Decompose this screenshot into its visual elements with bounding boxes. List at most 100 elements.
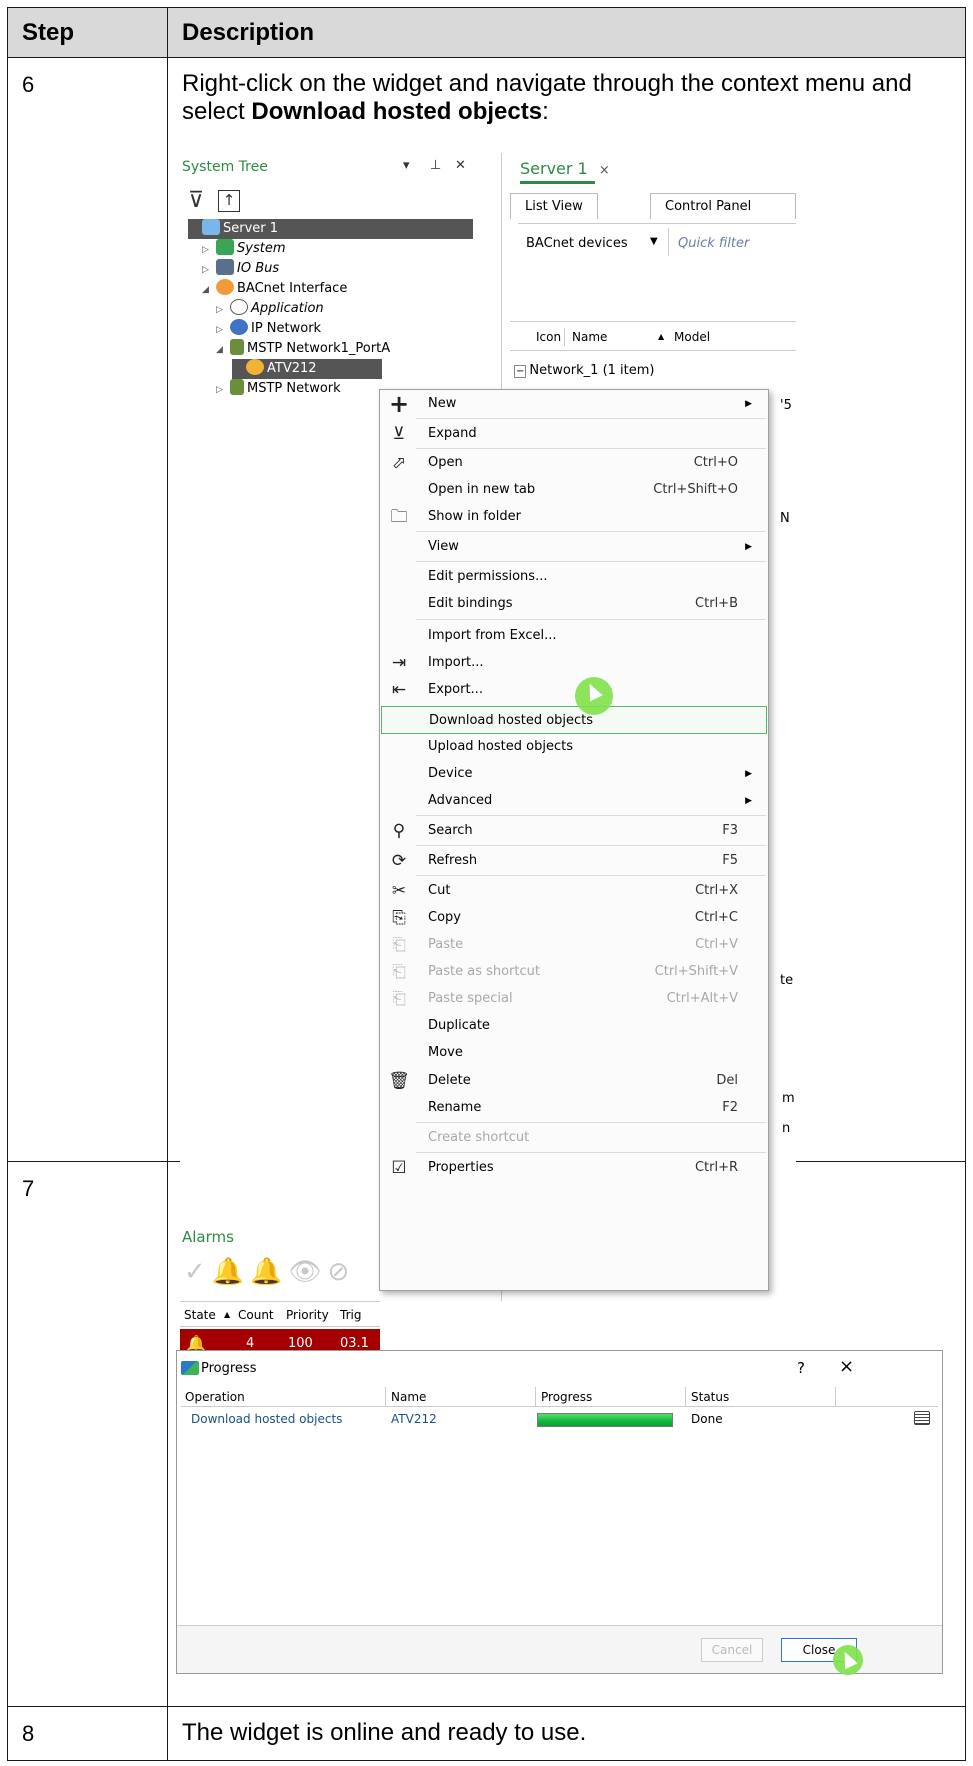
alarm-col-trig[interactable]: Trig	[340, 1302, 361, 1328]
alarm-col-state[interactable]: State	[184, 1302, 216, 1328]
device-filter-select[interactable]: BACnet devices	[526, 236, 628, 251]
name-cell: ATV212	[391, 1412, 437, 1426]
menu-item-paste-as-shortcut[interactable]: ⎗ Paste as shortcut Ctrl+Shift+V	[380, 958, 768, 986]
alarm-col-priority[interactable]: Priority	[286, 1302, 329, 1328]
col-operation[interactable]: Operation	[185, 1387, 245, 1407]
menu-item-paste[interactable]: ⎗ Paste Ctrl+V	[380, 931, 768, 959]
alarms-title: Alarms	[182, 1228, 234, 1246]
step-8-description: The widget is online and ready to use.	[167, 1706, 966, 1761]
progress-bar	[537, 1413, 673, 1427]
plus-icon: +	[388, 390, 410, 418]
col-name[interactable]: Name	[572, 322, 607, 352]
mstp-icon	[230, 339, 244, 355]
chevron-down-icon[interactable]: ▼	[650, 236, 658, 247]
filter-icon[interactable]: ⊽	[188, 188, 214, 214]
import-icon: ⇥	[391, 653, 407, 673]
alarm-toolbar: ✓🔔🔔👁⊘	[184, 1257, 356, 1287]
open-icon: ⬀	[391, 453, 407, 473]
col-status[interactable]: Status	[691, 1387, 729, 1407]
menu-item-open-in-new-tab[interactable]: Open in new tab Ctrl+Shift+O	[380, 476, 768, 504]
menu-item-create-shortcut[interactable]: Create shortcut	[380, 1124, 768, 1152]
dialog-title: Progress	[201, 1361, 257, 1376]
search-icon: ⚲	[392, 821, 406, 841]
step-6-text: Right-click on the widget and navigate t…	[182, 70, 912, 125]
col-name[interactable]: Name	[391, 1387, 426, 1407]
operation-cell: Download hosted objects	[191, 1412, 343, 1426]
menu-item-device[interactable]: Device ▶	[380, 760, 768, 788]
tree-item-system[interactable]: ▷ System	[202, 239, 285, 259]
pin-icon[interactable]: ⊥	[430, 158, 441, 173]
cut-icon: ✂	[391, 881, 407, 901]
close-pane-icon[interactable]: ✕	[455, 158, 466, 173]
quick-filter-input[interactable]: Quick filter	[678, 236, 749, 251]
tree-item-ip-network[interactable]: ▷ IP Network	[216, 319, 321, 339]
menu-item-new[interactable]: + New ▶	[380, 390, 768, 418]
menu-item-import[interactable]: ⇥ Import...	[380, 649, 768, 677]
step-8-text: The widget is online and ready to use.	[182, 1719, 587, 1746]
tab-list-view[interactable]: List View	[510, 193, 598, 219]
dialog-footer: Cancel Close	[177, 1625, 942, 1673]
details-icon[interactable]	[914, 1411, 930, 1425]
col-model[interactable]: Model	[674, 322, 710, 352]
cancel-button[interactable]: Cancel	[701, 1638, 763, 1662]
menu-item-import-from-excel[interactable]: Import from Excel...	[380, 622, 768, 650]
tree-item-mstp-network1-porta[interactable]: ◢ MSTP Network1_PortA	[216, 339, 390, 359]
server-icon	[202, 219, 220, 235]
mstp-icon	[230, 379, 244, 395]
step-6-number: 6	[7, 57, 168, 1162]
collapse-tree-icon[interactable]: ↑	[218, 190, 240, 212]
tree-item-atv212[interactable]: ▷ ATV212	[232, 359, 382, 379]
status-cell: Done	[691, 1412, 723, 1426]
pane-dropdown-icon[interactable]: ▾	[403, 158, 410, 173]
menu-item-move[interactable]: Move	[380, 1039, 768, 1067]
menu-item-copy[interactable]: ⎘ Copy Ctrl+C	[380, 904, 768, 932]
tree-item-io-bus[interactable]: ▷ IO Bus	[202, 259, 279, 279]
application-icon	[230, 299, 248, 315]
alarm-col-count[interactable]: Count	[238, 1302, 274, 1328]
tree-item-mstp-network[interactable]: ▷ MSTP Network	[216, 379, 341, 399]
tree-item-application[interactable]: ▷ Application	[216, 299, 324, 319]
filter-bar: BACnet devices ▼ Quick filter	[518, 223, 796, 267]
device-list-columns: Icon Name ▲ Model	[510, 321, 796, 351]
menu-item-delete[interactable]: 🗑 Delete Del	[380, 1067, 768, 1095]
help-icon[interactable]: ?	[797, 1359, 805, 1377]
menu-item-rename[interactable]: Rename F2	[380, 1094, 768, 1122]
menu-item-edit-bindings[interactable]: Edit bindings Ctrl+B	[380, 590, 768, 618]
ip-network-icon	[230, 319, 248, 335]
menu-item-search[interactable]: ⚲ Search F3	[380, 817, 768, 845]
tab-server-1[interactable]: Server 1 ×	[520, 159, 610, 178]
menu-item-download-hosted-objects[interactable]: Download hosted objects	[381, 706, 767, 734]
tab-control-panel[interactable]: Control Panel	[650, 193, 796, 219]
close-tab-icon[interactable]: ×	[599, 163, 610, 178]
close-dialog-icon[interactable]: ×	[839, 1356, 854, 1377]
menu-item-cut[interactable]: ✂ Cut Ctrl+X	[380, 877, 768, 905]
menu-item-upload-hosted-objects[interactable]: Upload hosted objects	[380, 733, 768, 761]
menu-item-refresh[interactable]: ⟳ Refresh F5	[380, 847, 768, 875]
menu-item-show-in-folder[interactable]: 🗀 Show in folder	[380, 503, 768, 531]
menu-item-export[interactable]: ⇤ Export...	[380, 676, 768, 704]
menu-item-open[interactable]: ⬀ Open Ctrl+O	[380, 449, 768, 477]
group-network-1[interactable]: − Network_1 (1 item)	[514, 363, 655, 378]
step-6-bold-text: Download hosted objects	[251, 98, 543, 125]
tree-item-server-1[interactable]: ◢ Server 1	[188, 219, 473, 239]
collapse-group-icon[interactable]: −	[514, 365, 527, 378]
menu-item-properties[interactable]: ☑ Properties Ctrl+R	[380, 1154, 768, 1182]
menu-item-view[interactable]: View ▶	[380, 533, 768, 561]
bacnet-icon	[216, 279, 234, 295]
properties-icon: ☑	[391, 1158, 407, 1178]
tree-item-bacnet-interface[interactable]: ◢ BACnet Interface	[202, 279, 347, 299]
menu-item-paste-special[interactable]: ⎗ Paste special Ctrl+Alt+V	[380, 985, 768, 1013]
system-tree-title: System Tree	[182, 159, 268, 175]
menu-item-duplicate[interactable]: Duplicate	[380, 1012, 768, 1040]
screenshot-context-menu: System Tree ▾ ⊥ ✕ ⊽ ↑ ◢ Server 1 ▷ System …	[180, 153, 796, 1359]
paste-icon: ⎗	[392, 989, 406, 1009]
menu-item-edit-permissions[interactable]: Edit permissions...	[380, 563, 768, 591]
menu-item-advanced[interactable]: Advanced ▶	[380, 787, 768, 815]
device-icon	[246, 359, 264, 375]
context-menu: + New ▶ ⊻ Expand ⬀ Open Ctrl+O Open in new ta…	[379, 389, 769, 1291]
sort-asc-icon: ▲	[658, 332, 665, 341]
menu-item-expand[interactable]: ⊻ Expand	[380, 420, 768, 448]
system-icon	[216, 239, 234, 255]
col-progress[interactable]: Progress	[541, 1387, 592, 1407]
col-icon[interactable]: Icon	[536, 322, 561, 352]
